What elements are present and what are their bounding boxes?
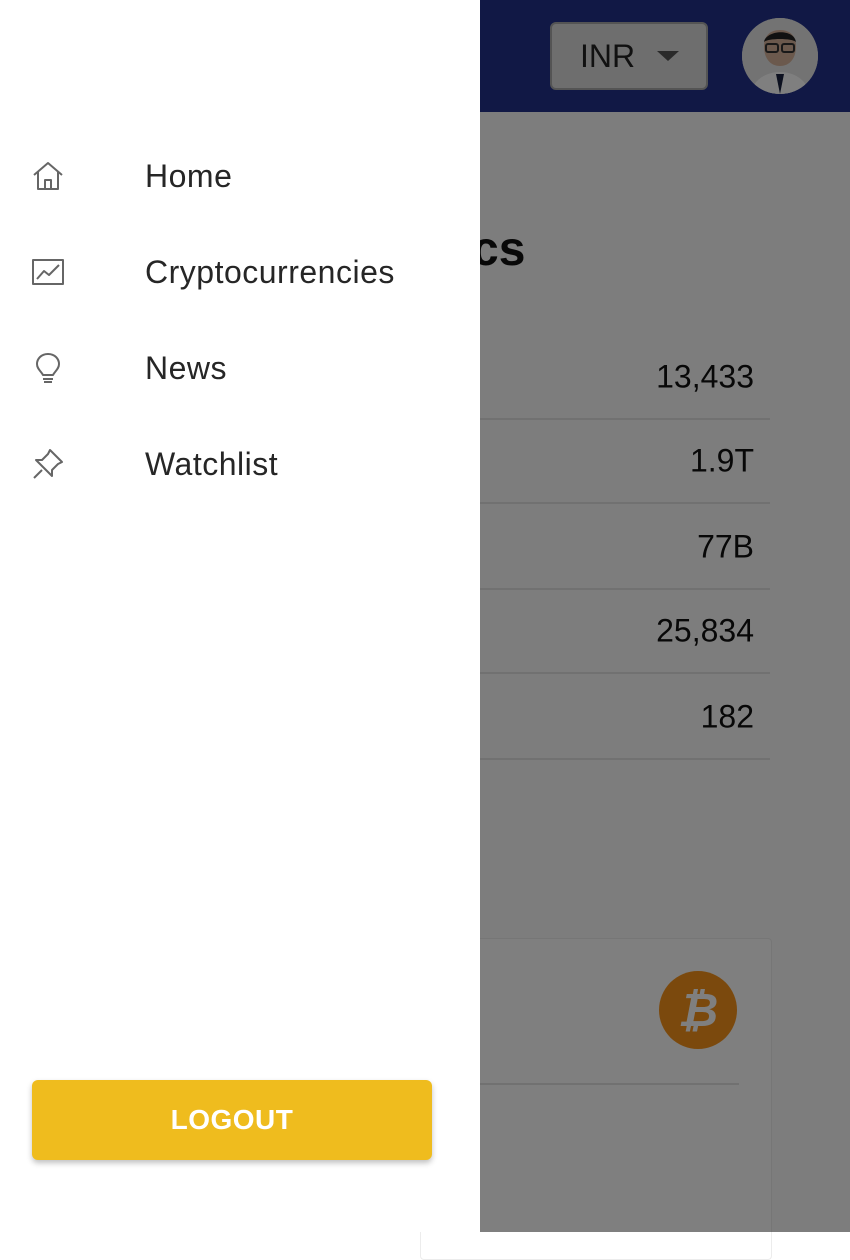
lightbulb-icon	[30, 350, 66, 386]
line-chart-icon	[30, 254, 66, 290]
nav-item-home[interactable]: Home	[0, 140, 480, 212]
nav-label-news: News	[145, 349, 228, 386]
nav-item-cryptocurrencies[interactable]: Cryptocurrencies	[0, 236, 480, 308]
nav-label-home: Home	[145, 157, 233, 194]
nav-item-watchlist[interactable]: Watchlist	[0, 428, 480, 500]
nav-label-watchlist: Watchlist	[145, 445, 279, 482]
nav-label-cryptocurrencies: Cryptocurrencies	[145, 253, 395, 290]
logout-button[interactable]: LOGOUT	[32, 1080, 432, 1160]
pushpin-icon	[30, 446, 66, 482]
home-icon	[30, 158, 66, 194]
nav-item-news[interactable]: News	[0, 332, 480, 404]
navigation-drawer: Home Cryptocurrencies News Watchlist LOG…	[0, 0, 480, 1232]
